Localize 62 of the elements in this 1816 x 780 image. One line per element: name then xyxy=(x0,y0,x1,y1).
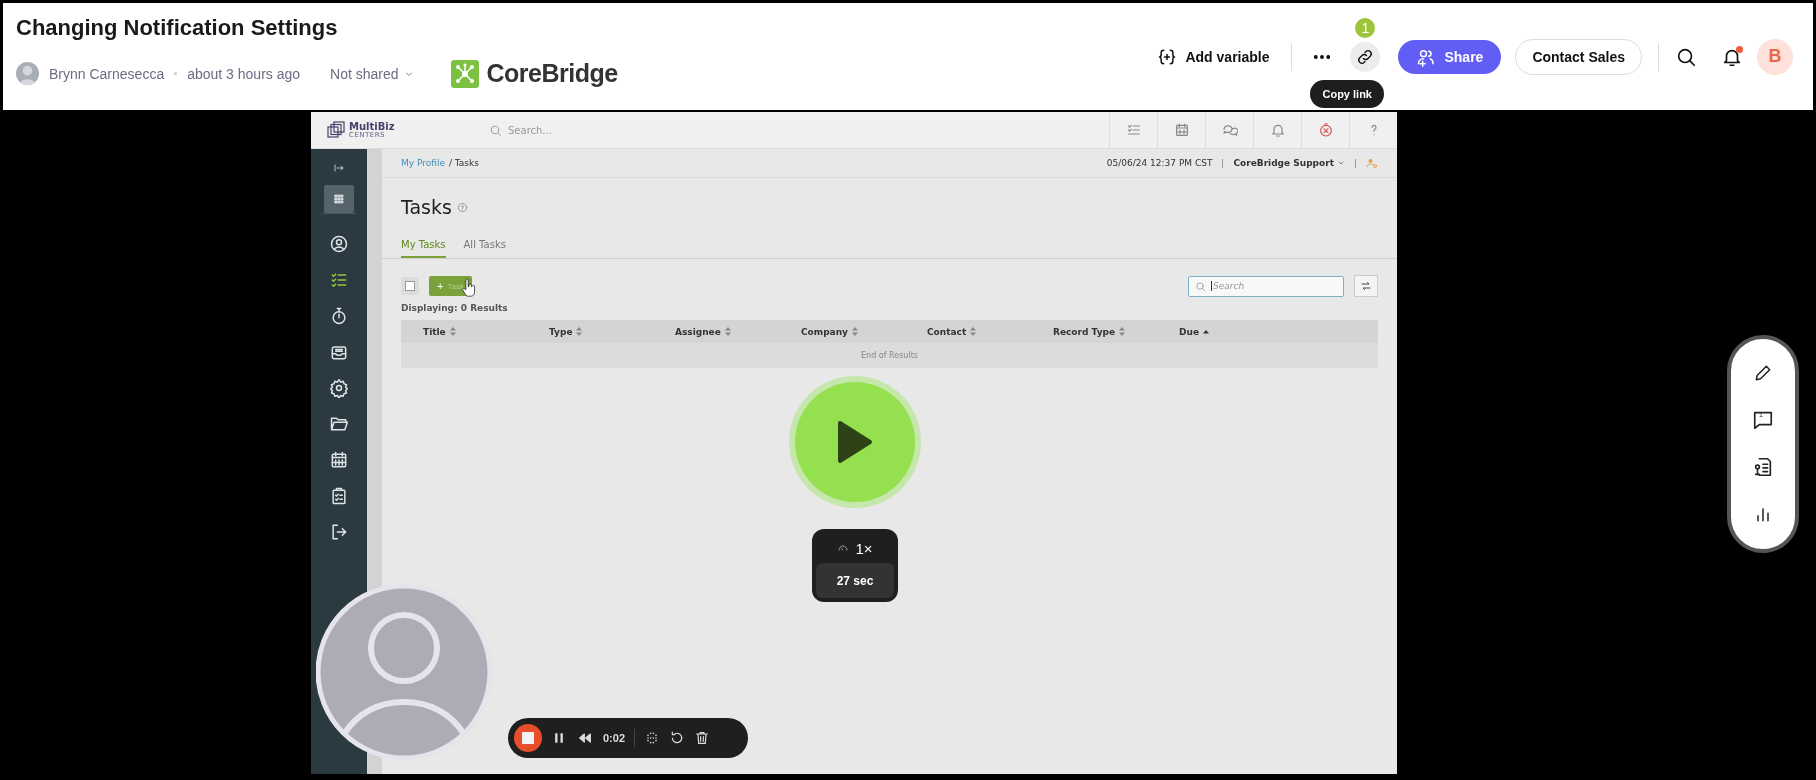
folder-icon[interactable] xyxy=(329,414,349,434)
clipboard-icon[interactable] xyxy=(329,486,349,506)
duration: 27 sec xyxy=(816,563,894,598)
column-header[interactable]: Company xyxy=(801,326,848,337)
checklist-icon[interactable] xyxy=(329,270,349,290)
filter-toggle-button[interactable] xyxy=(1354,275,1378,297)
column-header[interactable]: Due xyxy=(1179,326,1199,337)
avatar-icon xyxy=(16,62,39,85)
link-icon xyxy=(1356,47,1375,66)
play-icon xyxy=(837,420,873,464)
results-count: Displaying: 0 Results xyxy=(400,303,509,313)
gear-icon[interactable] xyxy=(329,378,349,398)
user-circle-icon[interactable] xyxy=(329,234,349,254)
checklist-icon[interactable] xyxy=(1125,122,1142,138)
add-variable-button[interactable]: Add variable xyxy=(1151,45,1276,68)
stop-button[interactable] xyxy=(514,724,542,752)
document-glyph xyxy=(1752,456,1774,479)
rewind-icon[interactable] xyxy=(576,730,594,746)
logout-icon[interactable] xyxy=(329,522,349,542)
timestamp: about 3 hours ago xyxy=(187,65,301,82)
swap-arrows-icon xyxy=(1360,280,1372,292)
user-menu[interactable]: CoreBridge Support xyxy=(1233,158,1345,168)
date-time: 05/06/24 12:37 PM CST xyxy=(1106,158,1213,168)
logo-text: MultiBiz xyxy=(349,121,395,132)
tab[interactable]: My Tasks xyxy=(401,238,446,258)
timer-stop-icon[interactable] xyxy=(1317,122,1334,138)
elapsed-time: 0:02 xyxy=(603,732,626,744)
page-title: Tasks xyxy=(401,196,452,218)
document-title: Changing Notification Settings xyxy=(16,15,339,41)
column-header[interactable]: Title xyxy=(423,326,446,337)
step-badge: 1 xyxy=(1355,17,1376,38)
breadcrumb-current: / Tasks xyxy=(448,158,479,168)
column-header[interactable]: Record Type xyxy=(1053,326,1116,337)
column-header[interactable]: Contact xyxy=(927,326,967,337)
column-header[interactable]: Assignee xyxy=(675,326,721,337)
copy-link-button[interactable] xyxy=(1350,41,1381,72)
author-name: Brynn Carnesecca xyxy=(49,65,165,82)
trash-icon[interactable] xyxy=(694,730,711,746)
tab[interactable]: All Tasks xyxy=(463,238,506,258)
empty-message: End of Results xyxy=(401,343,1378,368)
more-icon xyxy=(1314,54,1331,59)
playback-speed[interactable]: 1× xyxy=(855,539,873,557)
calendar-icon[interactable] xyxy=(329,450,349,470)
search-icon xyxy=(1195,280,1206,292)
column-header[interactable]: Type xyxy=(549,326,573,337)
sharing-dropdown[interactable]: Not shared xyxy=(324,64,421,83)
document-list-icon[interactable] xyxy=(1752,456,1774,479)
stacked-squares-logo-icon xyxy=(327,121,345,139)
checkbox[interactable] xyxy=(405,281,415,291)
tooltip: Copy link xyxy=(1310,79,1384,108)
grid-icon[interactable] xyxy=(333,193,345,205)
expand-arrow-icon[interactable] xyxy=(333,162,345,174)
chat-bubbles-icon[interactable] xyxy=(1221,122,1238,138)
notifications-icon[interactable] xyxy=(1721,45,1743,68)
chevron-down-icon xyxy=(1337,159,1345,167)
stopwatch-icon[interactable] xyxy=(329,306,349,326)
share-button[interactable]: Share xyxy=(1398,39,1502,74)
network-logo-icon xyxy=(450,59,479,88)
bell-icon[interactable] xyxy=(1269,122,1286,138)
play-button[interactable] xyxy=(795,382,915,502)
search-icon xyxy=(489,123,502,137)
brand-name: CoreBridge xyxy=(486,59,618,88)
